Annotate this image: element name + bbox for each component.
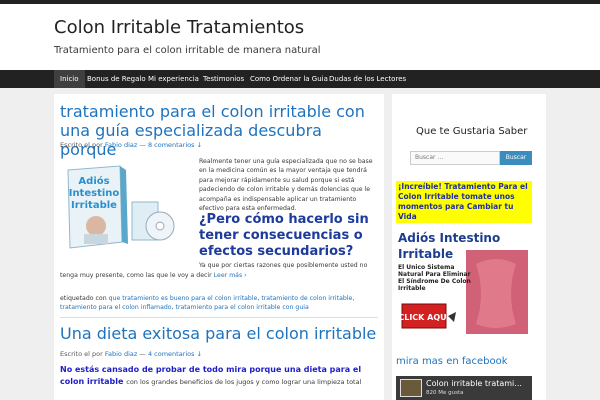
svg-text:Adiós: Adiós [78, 175, 109, 187]
nav-item-ordenar[interactable]: Como Ordenar la Guia [244, 70, 334, 88]
continuation-line-2: tenga muy presente, como las que le voy … [60, 271, 212, 279]
meta-prefix: Escrito el por [60, 350, 103, 358]
facebook-avatar [400, 379, 422, 397]
tag-link[interactable]: tratamiento para el colon irritable con … [176, 304, 309, 311]
promo-title-line-1: Adiós Intestino [398, 231, 500, 245]
post-meta-2: Escrito el por Fabio diaz — 4 comentario… [60, 350, 202, 358]
nav-item-experiencia[interactable]: Mi experiencia [142, 70, 205, 88]
post-continuation: Ya que por ciertas razones que posibleme… [60, 261, 380, 280]
comments-link[interactable]: 8 comentarios ↓ [148, 141, 202, 149]
site-header: Colon Irritable Tratamientos Tratamiento… [0, 4, 600, 70]
promo-text-box[interactable]: ¡Increíble! Tratamiento Para el Colon Ir… [396, 181, 532, 223]
post2-lead: No estás cansado de probar de todo mira … [60, 364, 378, 388]
meta-prefix: Escrito el por [60, 141, 103, 149]
tag-link[interactable]: que tratamiento es bueno para el colon i… [109, 295, 258, 302]
comments-link[interactable]: 4 comentarios ↓ [148, 350, 202, 358]
continuation-line-1: Ya que por ciertas razones que posibleme… [199, 262, 368, 269]
post-title[interactable]: tratamiento para el colon irritable con … [60, 102, 382, 159]
author-link[interactable]: Fabio diaz [105, 141, 137, 149]
facebook-page-widget[interactable]: Colon irritable tratami... 820 Me gusta [396, 376, 532, 400]
tags-prefix: etiquetado con [60, 295, 107, 302]
meta-separator: — [139, 350, 146, 358]
sidebar: Que te Gustaria Saber Buscar … Buscar ¡I… [392, 94, 546, 400]
promo-banner-image[interactable]: Adiós Intestino Irritable El Único Siste… [396, 224, 532, 336]
read-more-link[interactable]: Leer más › [214, 272, 247, 279]
book-cover-image[interactable]: Adiós Intestino Irritable [60, 162, 178, 254]
site-tagline: Tratamiento para el colon irritable de m… [54, 45, 321, 56]
meta-separator: — [139, 141, 146, 149]
promo-title-line-2: Irritable [398, 247, 453, 261]
site-title[interactable]: Colon Irritable Tratamientos [54, 17, 304, 38]
main-content: tratamiento para el colon irritable con … [54, 94, 384, 400]
lead-tail: con los grandes beneficios de los jugos … [126, 378, 362, 386]
post-question: ¿Pero cómo hacerlo sin tener consecuenci… [199, 212, 369, 259]
nav-item-testimonios[interactable]: Testimonios [197, 70, 250, 88]
post-paragraph: Realmente tener una guía especializada q… [199, 158, 373, 213]
svg-text:Intestino: Intestino [69, 188, 120, 199]
post-meta: Escrito el por Fabio diaz — 8 comentario… [60, 141, 202, 149]
author-link[interactable]: Fabio diaz [105, 350, 137, 358]
tag-link[interactable]: tratamiento para el colon inflamado [60, 304, 172, 311]
post2-image [199, 390, 259, 400]
post-divider [60, 317, 378, 318]
nav-item-dudas[interactable]: Dudas de los Lectores [323, 70, 412, 88]
nav-item-inicio[interactable]: Inicio [54, 70, 85, 88]
widget-title-facebook: mira mas en facebook [396, 356, 508, 367]
promo-click-label: CLICK AQUÍ [398, 311, 449, 322]
facebook-likes: 820 Me gusta [426, 390, 464, 396]
svg-text:Irritable: Irritable [71, 200, 117, 211]
main-nav: Inicio Bonus de Regalo Mi experiencia Te… [0, 70, 600, 88]
facebook-page-name[interactable]: Colon irritable tratami... [426, 379, 522, 388]
post-tags: etiquetado con que tratamiento es bueno … [60, 295, 355, 312]
tag-link[interactable]: tratamiento de colon irritable [261, 295, 352, 302]
promo-subtitle: El Único Sistema Natural Para Eliminar E… [398, 264, 471, 292]
search-input[interactable]: Buscar … [410, 151, 500, 165]
post-title-2[interactable]: Una dieta exitosa para el colon irritabl… [60, 324, 382, 343]
widget-title-search: Que te Gustaria Saber [416, 126, 528, 137]
search-button[interactable]: Buscar [500, 151, 532, 165]
